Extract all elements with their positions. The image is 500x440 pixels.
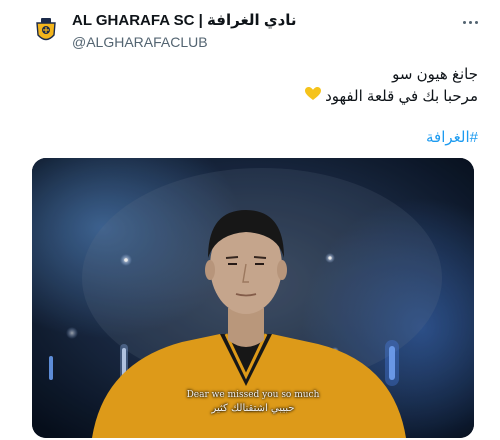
yellow-heart-icon <box>305 86 322 108</box>
club-crest-icon[interactable] <box>30 14 62 46</box>
video-media[interactable]: Dear we missed you so much حبيبي اشتقنال… <box>32 158 474 438</box>
tweet-line-welcome-text: مرحبا بك في قلعة الفهود <box>325 88 478 105</box>
display-name[interactable]: AL GHARAFA SC | نادي الغرافة <box>72 12 297 30</box>
tweet-line-player-name: جانغ هيون سو <box>392 66 478 83</box>
tweet-text: جانغ هيون سو مرحبا بك في قلعة الفهود <box>48 64 478 108</box>
subtitle-english: Dear we missed you so much <box>186 390 320 400</box>
hashtag-link[interactable]: #الغرافة <box>426 128 478 148</box>
subtitle-arabic: حبيبي اشتقنالك كثير <box>211 403 295 414</box>
tweet-line-welcome: مرحبا بك في قلعة الفهود <box>48 86 478 108</box>
user-handle[interactable]: @ALGHARAFACLUB <box>72 33 297 51</box>
more-options-icon[interactable] <box>458 12 482 32</box>
tweet-header: AL GHARAFA SC | نادي الغرافة @ALGHARAFAC… <box>72 12 297 51</box>
tweet-card: AL GHARAFA SC | نادي الغرافة @ALGHARAFAC… <box>0 0 500 440</box>
